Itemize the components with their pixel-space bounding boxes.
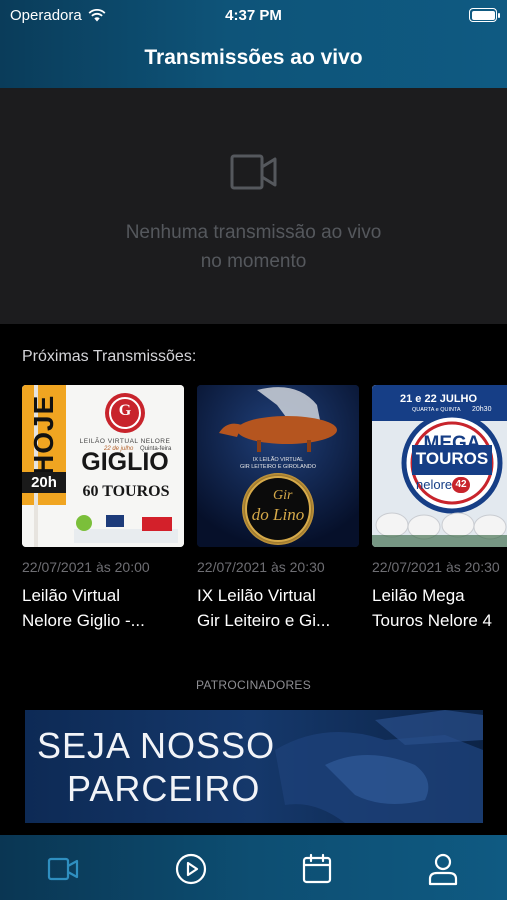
event-title: Leilão Virtual Nelore Giglio -...	[22, 583, 184, 633]
live-empty-line1: Nenhuma transmissão ao vivo	[125, 222, 382, 243]
poster-weekday: Quinta-feira	[140, 446, 172, 452]
event-title-line1: Leilão Mega	[372, 586, 465, 605]
event-title-line2: Touros Nelore 4	[372, 611, 493, 630]
tab-videos[interactable]	[173, 851, 209, 887]
event-title: IX Leilão Virtual Gir Leiteiro e Gi...	[197, 583, 359, 633]
event-date: 22/07/2021 às 20:00	[22, 559, 150, 575]
calendar-icon	[302, 853, 332, 884]
video-camera-icon	[230, 154, 277, 190]
live-player-area: Nenhuma transmissão ao vivo no momento	[0, 88, 507, 324]
poster-nelore: nelore	[416, 477, 453, 492]
status-bar: Operadora 4:37 PM	[0, 0, 507, 30]
live-empty-message: Nenhuma transmissão ao vivo no momento	[0, 218, 507, 276]
sponsors-label: PATROCINADORES	[195, 678, 312, 692]
event-date: 22/07/2021 às 20:30	[197, 559, 325, 575]
seal-line2: do Lino	[251, 505, 305, 524]
battery-icon	[469, 8, 500, 22]
tab-bar	[0, 835, 507, 900]
live-empty-line2: no momento	[200, 251, 307, 272]
poster-count: 60 TOUROS	[82, 483, 170, 500]
badge-time: 20h	[22, 472, 66, 493]
poster-logo: G	[118, 402, 132, 419]
poster-touros: TOUROS	[415, 449, 489, 468]
poster-main: GIGLIO	[81, 448, 169, 476]
event-thumbnail: HOJE 20h G LEILÃO VIRTUAL NELORE GIGLIO …	[22, 385, 184, 547]
video-camera-icon	[47, 857, 79, 881]
event-date: 22/07/2021 às 20:30	[372, 559, 500, 575]
banner-line1: SEJA NOSSO	[37, 725, 276, 766]
seal-line1: Gir	[273, 488, 293, 503]
poster-dates: 21 e 22 JULHO	[400, 393, 478, 405]
poster-number: 42	[452, 477, 470, 493]
poster-weekdays: QUARTA e QUINTA	[412, 407, 461, 413]
event-title: Leilão Mega Touros Nelore 4	[372, 583, 507, 633]
event-title-line1: IX Leilão Virtual	[197, 586, 316, 605]
badge-hoje: HOJE	[28, 394, 59, 475]
event-title-line2: Gir Leiteiro e Gi...	[197, 611, 331, 630]
upcoming-card[interactable]: 21 e 22 JULHO QUARTA e QUINTA 20h30 MEGA…	[372, 385, 507, 633]
banner-line2: PARCEIRO	[67, 768, 261, 809]
event-thumbnail: IX LEILÃO VIRTUAL GIR LEITEIRO E GIROLAN…	[197, 385, 359, 547]
poster-heading: LEILÃO VIRTUAL NELORE	[79, 438, 171, 445]
upcoming-card[interactable]: IX LEILÃO VIRTUAL GIR LEITEIRO E GIROLAN…	[197, 385, 359, 633]
poster-date: 22 de julho	[104, 446, 134, 452]
upcoming-carousel[interactable]: HOJE 20h G LEILÃO VIRTUAL NELORE GIGLIO …	[22, 385, 507, 645]
sponsor-banner[interactable]: SEJA NOSSO PARCEIRO	[25, 710, 483, 823]
poster-hour: 20h30	[472, 406, 492, 413]
poster-caption1: IX LEILÃO VIRTUAL	[252, 457, 304, 463]
header: Operadora 4:37 PM Transmissões ao vivo	[0, 0, 507, 88]
poster-caption2: GIR LEITEIRO E GIROLANDO	[239, 464, 317, 470]
event-title-line1: Leilão Virtual	[22, 586, 120, 605]
page-title: Transmissões ao vivo	[144, 46, 363, 69]
upcoming-label: Próximas Transmissões:	[22, 348, 197, 365]
status-time: 4:37 PM	[225, 7, 282, 24]
tab-live[interactable]	[45, 851, 81, 887]
upcoming-card[interactable]: HOJE 20h G LEILÃO VIRTUAL NELORE GIGLIO …	[22, 385, 184, 633]
event-thumbnail: 21 e 22 JULHO QUARTA e QUINTA 20h30 MEGA…	[372, 385, 507, 547]
tab-calendar[interactable]	[299, 851, 335, 887]
event-title-line2: Nelore Giglio -...	[22, 611, 145, 630]
tab-profile[interactable]	[425, 851, 461, 887]
play-circle-icon	[175, 853, 207, 885]
user-icon	[428, 853, 458, 886]
